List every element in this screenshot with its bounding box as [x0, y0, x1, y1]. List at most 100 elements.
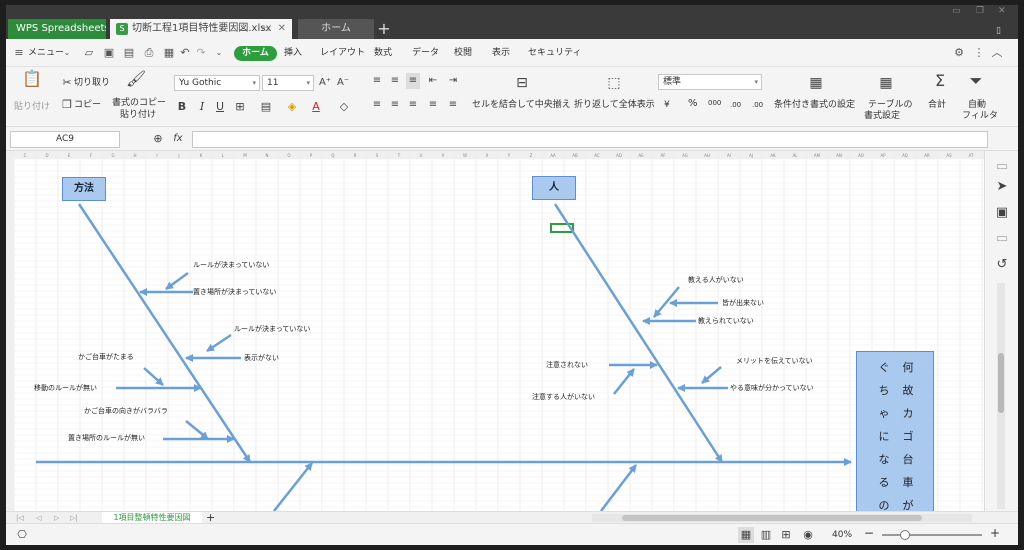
- cell-style-icon[interactable]: ▤: [258, 99, 274, 115]
- zoom-slider[interactable]: [882, 530, 982, 540]
- note-icon[interactable]: ▭: [995, 231, 1009, 247]
- copy-icon[interactable]: ❐: [60, 97, 74, 113]
- monitor-icon[interactable]: ▭: [261, 19, 270, 39]
- print-icon[interactable]: ⎙: [142, 46, 156, 60]
- clear-format-icon[interactable]: ◇: [336, 99, 352, 115]
- paste-icon[interactable]: 📋: [22, 71, 42, 87]
- fill-color-icon[interactable]: ◈: [284, 99, 300, 115]
- filter-icon[interactable]: ⏷: [966, 73, 986, 89]
- indent-increase-icon[interactable]: ⇥: [446, 73, 460, 89]
- menu-tab-view[interactable]: 表示: [492, 46, 510, 61]
- align-right-icon[interactable]: ≡: [406, 97, 420, 113]
- wrap-text-button[interactable]: 折り返して全体表示: [574, 99, 655, 111]
- horizontal-scrollbar[interactable]: [592, 514, 972, 522]
- tab-file[interactable]: S 切断工程1項目特性要因図.xlsx ▭ ✕: [110, 19, 292, 39]
- cut-button[interactable]: 切り取り: [74, 77, 110, 89]
- percent-button[interactable]: %: [688, 98, 698, 110]
- bold-button[interactable]: B: [176, 99, 188, 115]
- decimal-decrease-button[interactable]: .00: [752, 99, 763, 111]
- minimize-icon[interactable]: ▭: [952, 5, 961, 17]
- eye-protection-icon[interactable]: ◉: [800, 527, 816, 543]
- open-folder-icon[interactable]: ▱: [82, 46, 96, 60]
- justify-icon[interactable]: ≡: [426, 97, 440, 113]
- fx-icon[interactable]: fx: [170, 131, 186, 147]
- chevron-down-icon[interactable]: ⌄: [60, 46, 74, 60]
- sheet-area[interactable]: C D E F G H I J K L M N O P Q R S T U V W X Y Z AA AB AC AD AE AF AG AH…: [6, 151, 984, 511]
- history-icon[interactable]: ↺: [995, 257, 1009, 273]
- number-format-select[interactable]: 標準 ▾: [658, 74, 762, 90]
- close-tab-icon[interactable]: ✕: [278, 19, 286, 39]
- align-top-icon[interactable]: ≡: [370, 73, 384, 89]
- menu-tab-formulas[interactable]: 数式: [374, 46, 392, 61]
- tab-app[interactable]: WPS Spreadsheets: [8, 19, 106, 39]
- page-layout-icon[interactable]: ▥: [758, 527, 774, 543]
- align-bottom-icon[interactable]: ≡: [406, 73, 420, 89]
- align-center-icon[interactable]: ≡: [388, 97, 402, 113]
- font-shrink-icon[interactable]: A⁻: [336, 75, 350, 91]
- more-icon[interactable]: ⋮: [972, 46, 986, 60]
- format-copy-button[interactable]: 書式のコピー: [112, 97, 166, 109]
- restore-icon[interactable]: ❐: [976, 5, 984, 17]
- tab-home[interactable]: ホーム: [298, 19, 374, 39]
- indent-decrease-icon[interactable]: ⇤: [426, 73, 440, 89]
- macro-icon[interactable]: ⎔: [14, 527, 30, 543]
- sum-button[interactable]: 合計: [928, 99, 946, 111]
- zoom-icon[interactable]: ⊕: [150, 131, 166, 147]
- table-format-icon[interactable]: ▦: [876, 75, 896, 91]
- account-icon[interactable]: ▯: [996, 25, 1001, 37]
- conditional-format-icon[interactable]: ▦: [806, 75, 826, 91]
- merge-icon[interactable]: ⊟: [512, 75, 532, 91]
- print-preview-icon[interactable]: ▤: [122, 46, 136, 60]
- format-painter-icon[interactable]: 🖌: [126, 71, 146, 87]
- menu-button[interactable]: メニュー: [28, 46, 64, 61]
- h-scrollbar-thumb[interactable]: [622, 515, 922, 521]
- normal-view-icon[interactable]: ▦: [738, 527, 754, 543]
- scrollbar-thumb[interactable]: [998, 353, 1004, 413]
- name-box[interactable]: AC9: [10, 131, 120, 148]
- export-icon[interactable]: ▦: [162, 46, 176, 60]
- paste-button[interactable]: 貼り付け: [14, 101, 50, 113]
- vertical-scrollbar[interactable]: [997, 283, 1005, 509]
- font-name-select[interactable]: Yu Gothic ▾: [174, 75, 260, 91]
- decimal-increase-button[interactable]: .00: [730, 99, 741, 111]
- collapse-ribbon-icon[interactable]: ︿: [990, 46, 1004, 60]
- sum-icon[interactable]: Σ: [930, 73, 950, 89]
- border-icon[interactable]: ⊞: [232, 99, 248, 115]
- save-icon[interactable]: ▣: [102, 46, 116, 60]
- align-left-icon[interactable]: ≡: [370, 97, 384, 113]
- menu-tab-home[interactable]: ホーム: [234, 46, 277, 61]
- undo-icon[interactable]: ↶: [178, 46, 192, 60]
- formula-input[interactable]: [192, 131, 988, 148]
- comment-icon[interactable]: ▭: [995, 159, 1009, 175]
- settings-icon[interactable]: ⚙: [952, 46, 966, 60]
- font-color-icon[interactable]: A: [310, 99, 322, 115]
- italic-button[interactable]: I: [196, 99, 208, 115]
- cursor-icon[interactable]: ➤: [995, 179, 1009, 195]
- redo-icon[interactable]: ↷: [194, 46, 208, 60]
- menu-tab-review[interactable]: 校閲: [454, 46, 472, 61]
- new-tab-button[interactable]: +: [374, 19, 394, 39]
- thousands-button[interactable]: 000: [708, 97, 721, 109]
- scissors-icon[interactable]: ✂: [60, 75, 74, 91]
- menu-tab-data[interactable]: データ: [412, 46, 439, 61]
- font-size-select[interactable]: 11 ▾: [262, 75, 314, 91]
- distribute-icon[interactable]: ≡: [446, 97, 460, 113]
- menu-tab-security[interactable]: セキュリティ: [528, 46, 581, 61]
- font-grow-icon[interactable]: A⁺: [318, 75, 332, 91]
- wrap-icon[interactable]: ⬚: [604, 75, 624, 91]
- currency-button[interactable]: ¥: [664, 99, 670, 111]
- zoom-slider-thumb[interactable]: [900, 530, 910, 540]
- copy-button[interactable]: コピー: [74, 99, 101, 111]
- chevron-down-icon[interactable]: ⌄: [212, 46, 226, 60]
- menu-tab-insert[interactable]: 挿入: [284, 46, 302, 61]
- merge-center-button[interactable]: セルを結合して中央揃え: [472, 99, 571, 111]
- hamburger-icon[interactable]: ≡: [12, 46, 26, 60]
- image-icon[interactable]: ▣: [995, 205, 1009, 221]
- conditional-format-button[interactable]: 条件付き書式の設定: [774, 99, 855, 111]
- align-middle-icon[interactable]: ≡: [388, 73, 402, 89]
- close-window-icon[interactable]: ✕: [998, 5, 1006, 17]
- page-break-icon[interactable]: ⊞: [778, 527, 794, 543]
- zoom-level[interactable]: 40%: [832, 529, 852, 541]
- zoom-in-icon[interactable]: +: [990, 527, 1000, 539]
- menu-tab-layout[interactable]: レイアウト: [320, 46, 365, 61]
